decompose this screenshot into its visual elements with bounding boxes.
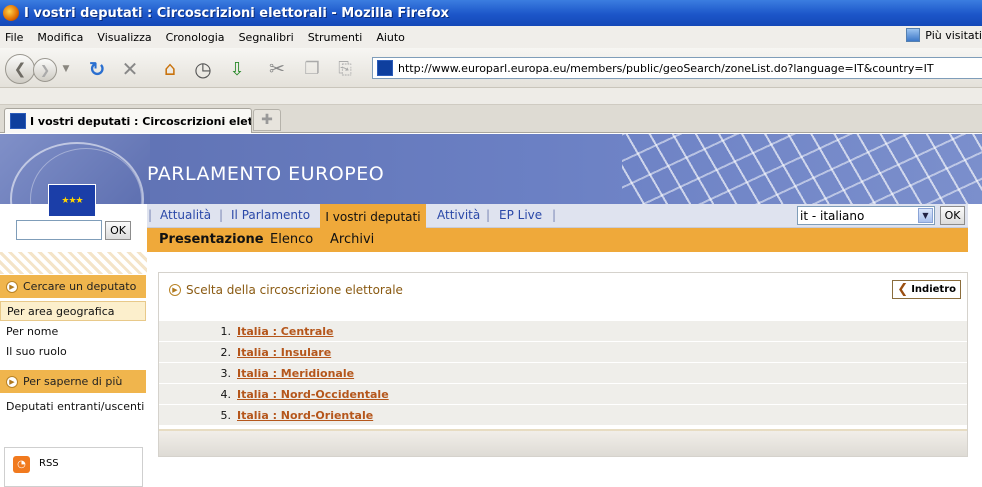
tab-active[interactable]: I vostri deputati : Circoscrizioni elett… bbox=[4, 108, 252, 133]
zone-link-centrale[interactable]: Italia : Centrale bbox=[237, 325, 334, 338]
chevron-down-icon: ▼ bbox=[918, 208, 933, 223]
sidebar-item-il-suo-ruolo[interactable]: Il suo ruolo bbox=[0, 341, 146, 361]
zone-list: 1. Italia : Centrale 2. Italia : Insulare … bbox=[159, 320, 967, 425]
language-ok-button[interactable]: OK bbox=[940, 206, 965, 225]
arrow-circle-icon: ▶ bbox=[169, 284, 181, 296]
nav-attivita[interactable]: Attività bbox=[437, 208, 480, 222]
subnav-archivi[interactable]: Archivi bbox=[330, 232, 374, 247]
url-text: http://www.europarl.europa.eu/members/pu… bbox=[398, 61, 934, 75]
sidebar-item-per-area-geografica[interactable]: Per area geografica bbox=[0, 301, 146, 321]
window-title-bar: I vostri deputati : Circoscrizioni elett… bbox=[0, 0, 982, 26]
menu-modifica[interactable]: Modifica bbox=[31, 31, 91, 44]
main-nav: | Attualità | Il Parlamento I vostri dep… bbox=[147, 204, 968, 229]
sidebar-item-per-nome[interactable]: Per nome bbox=[0, 321, 146, 341]
stop-icon[interactable]: ✕ bbox=[119, 57, 141, 81]
eu-favicon-icon bbox=[10, 113, 26, 129]
paste-icon[interactable]: ⎘ bbox=[334, 58, 356, 80]
list-number: 5. bbox=[220, 408, 232, 422]
rss-link[interactable]: RSS bbox=[39, 458, 59, 469]
sub-nav: Presentazione Elenco Archivi bbox=[147, 228, 968, 252]
bookmarks-toolbar bbox=[0, 88, 982, 105]
list-number: 4. bbox=[220, 387, 232, 401]
tab-bar: I vostri deputati : Circoscrizioni elett… bbox=[0, 105, 982, 133]
window-title: I vostri deputati : Circoscrizioni elett… bbox=[24, 5, 449, 21]
main-content: ▶ Scelta della circoscrizione elettorale… bbox=[158, 272, 968, 457]
page-title: Scelta della circoscrizione elettorale bbox=[186, 283, 403, 297]
list-number: 1. bbox=[220, 324, 232, 338]
list-number: 2. bbox=[220, 345, 232, 359]
zone-link-insulare[interactable]: Italia : Insulare bbox=[237, 346, 331, 359]
sidebar-item-deputati-entranti-uscenti[interactable]: Deputati entranti/uscenti bbox=[0, 396, 146, 416]
sidebar-header-more: ▶ Per saperne di più bbox=[0, 370, 146, 393]
subnav-elenco[interactable]: Elenco bbox=[270, 232, 313, 247]
decorative-pattern bbox=[0, 252, 147, 274]
menu-cronologia[interactable]: Cronologia bbox=[160, 31, 233, 44]
zone-link-meridionale[interactable]: Italia : Meridionale bbox=[237, 367, 354, 380]
back-button[interactable]: ❮ Indietro bbox=[892, 280, 961, 299]
history-clock-icon[interactable]: ◷ bbox=[192, 57, 214, 81]
nav-separator: | bbox=[219, 208, 224, 222]
cut-icon[interactable]: ✂ bbox=[266, 58, 288, 80]
firefox-icon bbox=[3, 5, 19, 21]
search-ok-button[interactable]: OK bbox=[105, 221, 131, 240]
list-item: 1. Italia : Centrale bbox=[159, 320, 967, 341]
chevron-left-icon: ❮ bbox=[897, 282, 909, 297]
nav-separator: | bbox=[552, 208, 557, 222]
sidebar-header-label: Cercare un deputato bbox=[23, 280, 137, 293]
nav-attualita[interactable]: Attualità bbox=[160, 208, 211, 222]
nav-separator: | bbox=[148, 208, 153, 222]
back-icon[interactable]: ❮ bbox=[5, 54, 35, 84]
rss-box: ◔ RSS bbox=[4, 447, 143, 487]
new-tab-button[interactable]: ✚ bbox=[253, 109, 281, 131]
menu-file[interactable]: File bbox=[0, 31, 31, 44]
zone-link-nord-orientale[interactable]: Italia : Nord-Orientale bbox=[237, 409, 373, 422]
menu-segnalibri[interactable]: Segnalibri bbox=[233, 31, 302, 44]
sidebar-header-label: Per saperne di più bbox=[23, 375, 123, 388]
list-item: 3. Italia : Meridionale bbox=[159, 362, 967, 383]
language-value: it - italiano bbox=[800, 208, 865, 223]
nav-ep-live[interactable]: EP Live bbox=[499, 208, 542, 222]
home-icon[interactable]: ⌂ bbox=[159, 58, 181, 80]
list-item: 4. Italia : Nord-Occidentale bbox=[159, 383, 967, 404]
search-input[interactable] bbox=[16, 220, 102, 240]
history-dropdown-icon[interactable]: ▼ bbox=[59, 58, 73, 80]
subnav-presentazione[interactable]: Presentazione bbox=[159, 232, 264, 247]
zone-link-nord-occidentale[interactable]: Italia : Nord-Occidentale bbox=[237, 388, 389, 401]
menu-bar: File Modifica Visualizza Cronologia Segn… bbox=[0, 26, 982, 48]
arrow-circle-icon: ▶ bbox=[6, 280, 18, 293]
download-icon[interactable]: ⇩ bbox=[226, 58, 248, 80]
nav-separator: | bbox=[486, 208, 491, 222]
list-item: 2. Italia : Insulare bbox=[159, 341, 967, 362]
url-bar[interactable]: http://www.europarl.europa.eu/members/pu… bbox=[372, 57, 982, 79]
content-heading: ▶ Scelta della circoscrizione elettorale bbox=[169, 283, 403, 297]
menu-aiuto[interactable]: Aiuto bbox=[370, 31, 413, 44]
site-title[interactable]: PARLAMENTO EUROPEO bbox=[147, 163, 384, 185]
banner-lattice-graphic bbox=[622, 134, 982, 204]
menu-visualizza[interactable]: Visualizza bbox=[91, 31, 159, 44]
sidebar-header-search: ▶ Cercare un deputato bbox=[0, 275, 146, 298]
plus-icon: ✚ bbox=[261, 112, 273, 128]
web-page: PARLAMENTO EUROPEO ★★★ | Attualità | Il … bbox=[0, 134, 982, 487]
back-button-label: Indietro bbox=[911, 284, 956, 295]
most-visited-label: Più visitati bbox=[925, 28, 982, 42]
list-item: 5. Italia : Nord-Orientale bbox=[159, 404, 967, 425]
eu-favicon-icon bbox=[377, 60, 393, 76]
nav-il-parlamento[interactable]: Il Parlamento bbox=[231, 208, 310, 222]
list-footer bbox=[159, 429, 967, 456]
copy-icon[interactable]: ❐ bbox=[301, 58, 323, 80]
tab-label: I vostri deputati : Circoscrizioni elett… bbox=[30, 114, 251, 128]
rss-icon[interactable]: ◔ bbox=[13, 456, 30, 473]
menu-strumenti[interactable]: Strumenti bbox=[302, 31, 371, 44]
list-number: 3. bbox=[220, 366, 232, 380]
forward-icon[interactable]: ❯ bbox=[33, 58, 57, 82]
navigation-toolbar: ❮ ❯ ▼ ↻ ✕ ⌂ ◷ ⇩ ✂ ❐ ⎘ http://www.europar… bbox=[0, 48, 982, 88]
bookmark-folder-icon bbox=[906, 28, 921, 42]
nav-i-vostri-deputati[interactable]: I vostri deputati bbox=[320, 204, 426, 229]
most-visited-bookmark[interactable]: Più visitati bbox=[906, 28, 982, 42]
reload-icon[interactable]: ↻ bbox=[86, 57, 108, 81]
arrow-circle-icon: ▶ bbox=[6, 375, 18, 388]
eu-flag-icon[interactable]: ★★★ bbox=[48, 184, 96, 217]
language-select[interactable]: it - italiano ▼ bbox=[797, 206, 935, 225]
